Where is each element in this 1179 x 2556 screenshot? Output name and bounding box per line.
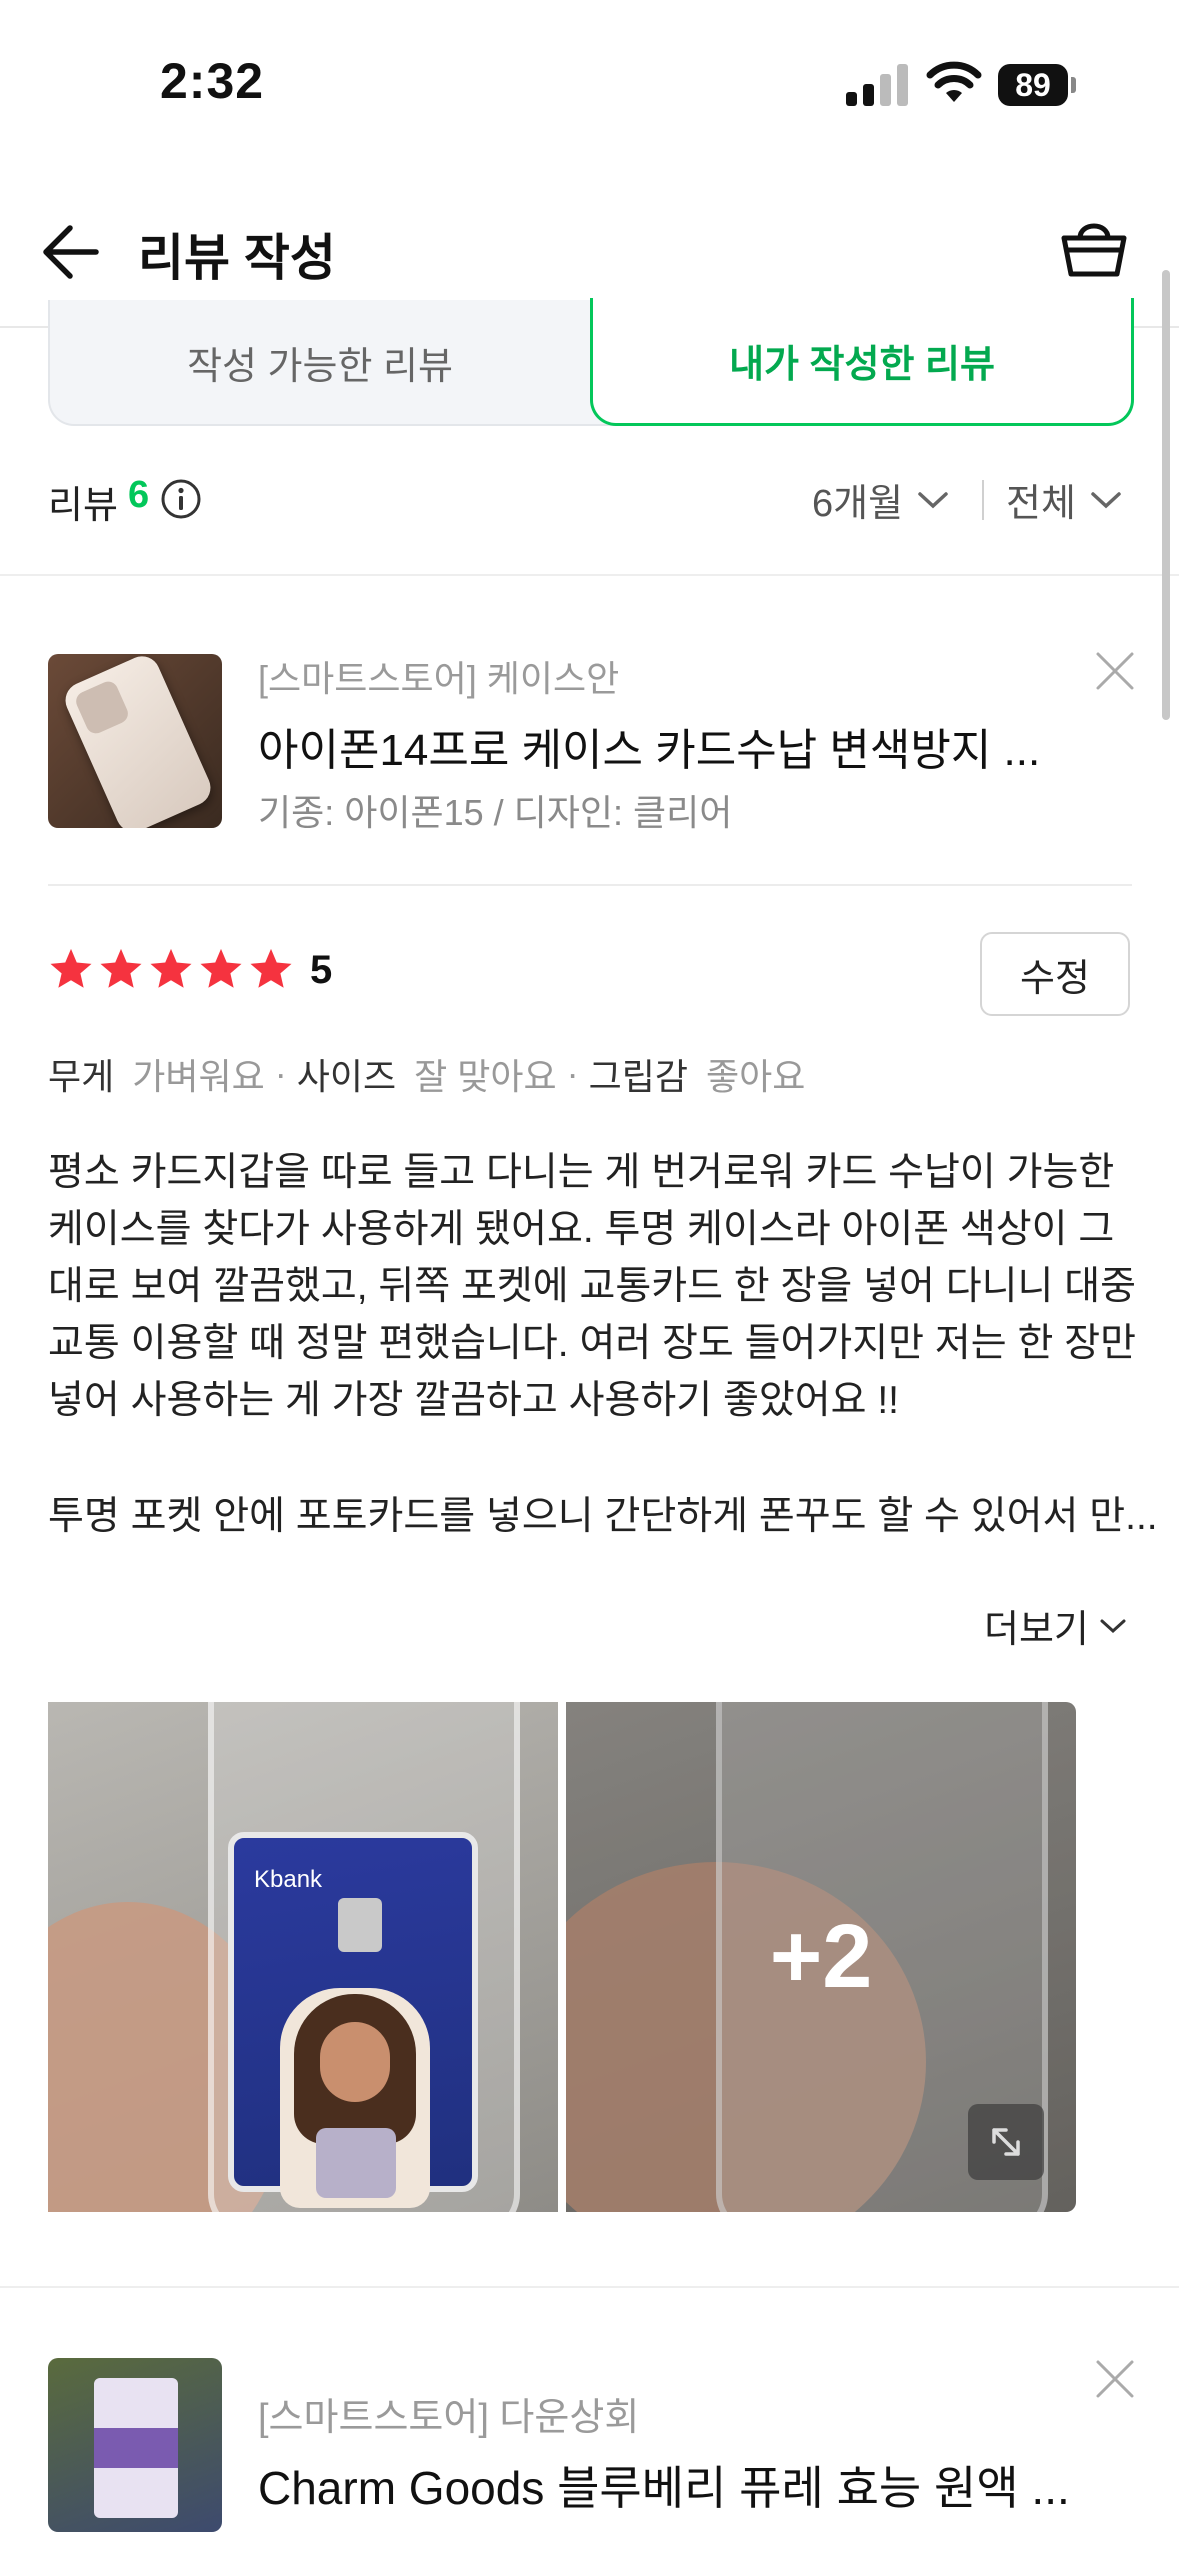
review-text: 평소 카드지갑을 따로 들고 다니는 게 번거로워 카드 수납이 가능한 케이스…: [48, 1144, 1138, 1429]
star-icon: [250, 948, 292, 988]
attribute-value: 좋아요: [705, 1056, 806, 1097]
more-label: 더보기: [984, 1609, 1089, 1651]
attribute-value: 가벼워요: [132, 1056, 265, 1097]
cellular-signal-icon: [846, 64, 908, 106]
product-divider: [48, 884, 1132, 886]
review-photo[interactable]: +2: [566, 1702, 1076, 2212]
period-filter-label: 6개월: [812, 483, 904, 525]
product-seller: [스마트스토어] 다운상회: [258, 2397, 640, 2439]
edit-review-button[interactable]: 수정: [980, 932, 1130, 1016]
tab-available-reviews[interactable]: 작성 가능한 리뷰: [50, 300, 590, 424]
chevron-down-icon: [918, 491, 948, 508]
tab-my-reviews[interactable]: 내가 작성한 리뷰: [590, 298, 1134, 426]
rating-value: 5: [310, 948, 333, 992]
chevron-down-icon: [1100, 1619, 1126, 1633]
filter-separator: [982, 480, 984, 520]
review-paragraph: 평소 카드지갑을 따로 들고 다니는 게 번거로워 카드 수납이 가능한 케이스…: [48, 1151, 1136, 1422]
star-icon: [150, 948, 192, 988]
review-count: 6: [128, 474, 150, 516]
attribute-separator: ·: [274, 1053, 287, 1094]
battery-level: 89: [998, 64, 1068, 106]
card-brand-text: Kbank: [254, 1866, 323, 1893]
attribute-separator: ·: [566, 1053, 579, 1094]
product-seller: [스마트스토어] 케이스안: [258, 658, 620, 699]
wifi-icon: [926, 61, 982, 102]
attribute-key: 사이즈: [296, 1056, 397, 1097]
product-option: 기종: 아이폰15 / 디자인: 클리어: [258, 792, 733, 833]
close-icon[interactable]: [1094, 650, 1136, 692]
scope-filter-label: 전체: [1006, 483, 1076, 525]
attribute-key: 무게: [48, 1056, 115, 1097]
review-tabs: 작성 가능한 리뷰 내가 작성한 리뷰: [48, 298, 1134, 426]
star-icon: [200, 948, 242, 988]
scope-filter-dropdown[interactable]: 전체: [1006, 472, 1122, 527]
review-attributes: 무게 가벼워요 · 사이즈 잘 맞아요 · 그립감 좋아요: [48, 1048, 805, 1100]
product-thumbnail[interactable]: [48, 2358, 222, 2532]
back-arrow-icon[interactable]: [40, 222, 104, 282]
star-rating: [48, 946, 294, 992]
chevron-down-icon: [1091, 491, 1121, 508]
more-button[interactable]: 더보기: [984, 1598, 1127, 1653]
product-name[interactable]: 아이폰14프로 케이스 카드수납 변색방지 ...: [258, 714, 1040, 778]
review-photo[interactable]: Kbank: [48, 1702, 558, 2212]
period-filter-dropdown[interactable]: 6개월: [812, 472, 949, 527]
attribute-value: 잘 맞아요: [414, 1056, 557, 1097]
review-count-label: 리뷰: [48, 485, 118, 527]
star-icon: [50, 948, 92, 988]
shopping-basket-icon[interactable]: [1058, 212, 1130, 284]
summary-divider: [0, 574, 1179, 576]
scrollbar[interactable]: [1162, 270, 1170, 720]
product-name[interactable]: Charm Goods 블루베리 퓨레 효능 원액 ...: [258, 2452, 1070, 2518]
page-title: 리뷰 작성: [138, 230, 336, 286]
info-icon[interactable]: [160, 478, 202, 520]
close-icon[interactable]: [1094, 2358, 1136, 2400]
battery-indicator: 89: [998, 64, 1078, 106]
star-icon: [100, 948, 142, 988]
review-text-truncated: 투명 포켓 안에 포토카드를 넣으니 간단하게 폰꾸도 할 수 있어서 만...: [48, 1495, 1158, 1538]
status-time: 2:32: [160, 53, 265, 109]
photo-card: Kbank: [228, 1832, 478, 2208]
expand-icon[interactable]: [968, 2104, 1044, 2180]
attribute-key: 그립감: [588, 1056, 688, 1097]
section-divider: [0, 2286, 1179, 2288]
product-thumbnail[interactable]: [48, 654, 222, 828]
